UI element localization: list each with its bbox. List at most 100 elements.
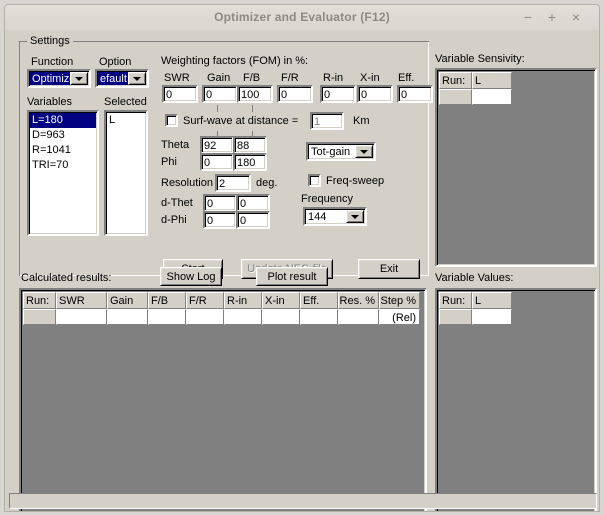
weight-input-eff[interactable]: 0 <box>397 85 433 103</box>
dthet-label: d-Thet <box>161 197 193 209</box>
list-item[interactable]: L <box>107 113 145 128</box>
table-row <box>224 309 262 325</box>
weight-label-gain: Gain <box>207 72 230 84</box>
column-header-step: Step % <box>379 292 420 309</box>
phi-from-input[interactable]: 0 <box>200 153 234 171</box>
chevron-down-icon[interactable] <box>128 72 146 85</box>
table-row <box>148 309 186 325</box>
table-row <box>472 309 512 325</box>
title-bar[interactable]: Optimizer and Evaluator (F12) − + × <box>5 5 599 31</box>
theta-label: Theta <box>161 139 189 151</box>
list-item[interactable]: R=1041 <box>30 143 96 158</box>
resolution-input[interactable]: 2 <box>215 174 251 192</box>
dthet-from-input[interactable]: 0 <box>203 194 237 212</box>
weight-input-gain[interactable]: 0 <box>202 85 238 103</box>
table-row <box>186 309 224 325</box>
weight-label-eff: Eff. <box>398 72 414 84</box>
table-row <box>23 309 56 325</box>
column-header-l: L <box>472 292 512 309</box>
chevron-down-icon[interactable] <box>70 72 88 85</box>
frequency-label: Frequency <box>301 193 353 205</box>
column-header-eff: Eff. <box>300 292 338 309</box>
gain-type-combobox[interactable]: Tot-gain <box>306 142 376 161</box>
values-panel[interactable]: Run: L <box>435 288 597 512</box>
weight-label-rin: R-in <box>323 72 343 84</box>
weight-label-xin: X-in <box>360 72 380 84</box>
option-label: Option <box>99 56 131 68</box>
column-header-gain: Gain <box>107 292 148 309</box>
weight-label-swr: SWR <box>164 72 190 84</box>
maximize-icon[interactable]: + <box>543 9 561 27</box>
tick-mark <box>217 105 218 112</box>
surfwave-label: Surf-wave at distance = <box>183 115 298 127</box>
surfwave-distance-input[interactable]: 1 <box>310 112 344 130</box>
table-row <box>56 309 107 325</box>
table-subheader-rel: (Rel) <box>379 309 420 325</box>
selected-label: Selected <box>104 96 147 108</box>
surfwave-unit-label: Km <box>353 115 370 127</box>
minimize-icon[interactable]: − <box>519 9 537 27</box>
column-header-fb: F/B <box>148 292 186 309</box>
theta-from-input[interactable]: 92 <box>200 136 234 154</box>
resolution-unit-label: deg. <box>256 177 277 189</box>
weight-input-fb[interactable]: 100 <box>237 85 273 103</box>
tick-mark <box>252 105 253 112</box>
window-title: Optimizer and Evaluator (F12) <box>5 10 599 24</box>
table-row <box>472 89 512 105</box>
function-combobox[interactable]: Optimize <box>27 69 91 88</box>
chevron-down-icon[interactable] <box>346 210 364 223</box>
close-icon[interactable]: × <box>567 9 585 27</box>
dphi-from-input[interactable]: 0 <box>203 211 237 229</box>
option-combobox[interactable]: efault <box>95 69 149 88</box>
phi-label: Phi <box>161 156 177 168</box>
table-row <box>439 309 472 325</box>
freqsweep-checkbox[interactable] <box>308 174 321 187</box>
weight-label-fr: F/R <box>281 72 299 84</box>
window-client-area: Settings Function Optimize Option efault… <box>5 30 600 512</box>
freqsweep-label: Freq-sweep <box>326 175 384 187</box>
variables-listbox[interactable]: L=180 D=963 R=1041 TRI=70 <box>27 110 99 236</box>
option-combobox-value: efault <box>98 72 129 85</box>
list-item[interactable]: D=963 <box>30 128 96 143</box>
table-row <box>262 309 300 325</box>
chevron-down-icon[interactable] <box>355 145 373 158</box>
column-header-run: Run: <box>439 72 472 89</box>
resolution-label: Resolution <box>161 177 213 189</box>
exit-button[interactable]: Exit <box>358 259 420 279</box>
column-header-run: Run: <box>23 292 56 309</box>
plot-result-button[interactable]: Plot result <box>256 267 328 286</box>
dphi-to-input[interactable]: 0 <box>236 211 270 229</box>
theta-to-input[interactable]: 88 <box>233 136 267 154</box>
list-item[interactable]: TRI=70 <box>30 158 96 173</box>
column-header-rin: R-in <box>224 292 262 309</box>
list-item[interactable]: L=180 <box>30 113 96 128</box>
table-row <box>300 309 338 325</box>
column-header-l: L <box>472 72 512 89</box>
results-panel[interactable]: Run: SWR Gain F/B F/R R-in X-in Eff. Res… <box>19 288 427 512</box>
table-row <box>338 309 379 325</box>
dthet-to-input[interactable]: 0 <box>236 194 270 212</box>
values-title: Variable Values: <box>435 272 513 284</box>
show-log-button[interactable]: Show Log <box>160 267 222 286</box>
selected-listbox[interactable]: L <box>104 110 148 236</box>
frequency-combobox[interactable]: 144 <box>303 207 367 226</box>
sensitivity-panel[interactable]: Run: L <box>435 68 597 267</box>
dphi-label: d-Phi <box>161 214 187 226</box>
column-header-fr: F/R <box>186 292 224 309</box>
column-header-swr: SWR <box>56 292 107 309</box>
weight-input-rin[interactable]: 0 <box>320 85 356 103</box>
function-label: Function <box>31 56 73 68</box>
weight-input-fr[interactable]: 0 <box>277 85 313 103</box>
status-bar <box>9 493 597 509</box>
weighting-title: Weighting factors (FOM) in %: <box>161 55 308 67</box>
weight-label-fb: F/B <box>243 72 260 84</box>
function-combobox-value: Optimize <box>30 72 71 85</box>
table-row <box>439 89 472 105</box>
phi-to-input[interactable]: 180 <box>233 153 267 171</box>
column-header-run: Run: <box>439 292 472 309</box>
weight-input-xin[interactable]: 0 <box>357 85 393 103</box>
weight-input-swr[interactable]: 0 <box>162 85 198 103</box>
surfwave-checkbox[interactable] <box>165 114 178 127</box>
table-row <box>107 309 148 325</box>
sensitivity-title: Variable Sensivity: <box>435 53 525 65</box>
